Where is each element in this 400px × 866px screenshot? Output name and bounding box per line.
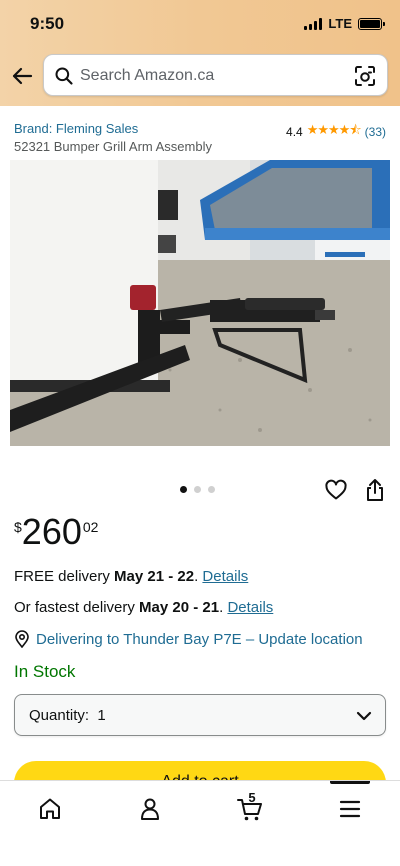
quantity-select[interactable]: Quantity: 1	[14, 694, 386, 736]
stock-status: In Stock	[14, 662, 76, 681]
location-pin-icon	[15, 630, 29, 648]
fastest-delivery-dates: May 20 - 21	[139, 599, 220, 616]
signal-icon	[304, 17, 323, 30]
fastest-delivery-line: Or fastest delivery May 20 - 21. Details	[14, 599, 273, 616]
search-input[interactable]: Search Amazon.ca	[43, 54, 388, 96]
status-indicators: LTE	[304, 16, 385, 31]
bottom-tab-bar: 5	[0, 780, 400, 866]
delivery-location-text: Delivering to Thunder Bay P7E – Update l…	[36, 630, 363, 648]
star-rating-icon: ★★★★⯪	[306, 122, 362, 137]
menu-icon[interactable]	[336, 795, 364, 823]
carousel-dot[interactable]	[208, 486, 215, 493]
back-arrow-icon[interactable]	[10, 64, 34, 88]
free-delivery-dates: May 21 - 22	[114, 568, 195, 585]
price-whole: 260	[21, 511, 82, 552]
camera-scan-icon[interactable]	[353, 64, 377, 88]
rating-value: 4.4	[286, 125, 303, 139]
brand-link[interactable]: Brand: Fleming Sales	[14, 121, 138, 136]
fastest-delivery-label: Or fastest delivery	[14, 599, 140, 616]
status-time: 9:50	[30, 14, 65, 33]
review-count[interactable]: (33)	[365, 125, 386, 139]
image-carousel-dots[interactable]	[180, 486, 215, 493]
price-currency: $	[14, 519, 22, 535]
search-placeholder: Search Amazon.ca	[80, 67, 215, 84]
free-delivery-line: FREE delivery May 21 - 22. Details	[14, 568, 248, 585]
quantity-value: 1	[97, 707, 106, 724]
carousel-dot[interactable]	[180, 486, 187, 493]
cart-count-badge: 5	[248, 790, 256, 805]
fastest-delivery-details-link[interactable]: Details	[227, 599, 273, 616]
network-label: LTE	[328, 16, 352, 31]
rating-summary[interactable]: 4.4 ★★★★⯪ (33)	[286, 121, 386, 143]
share-icon[interactable]	[364, 478, 386, 502]
search-icon	[55, 67, 73, 85]
price: $ 260 02	[14, 512, 98, 552]
product-title: 52321 Bumper Grill Arm Assembly	[14, 139, 212, 154]
product-image[interactable]	[10, 160, 390, 446]
free-delivery-label: FREE delivery	[14, 568, 115, 585]
product-photo-illustration	[10, 160, 390, 446]
cart-tab[interactable]: 5	[236, 790, 264, 823]
battery-icon	[358, 17, 385, 30]
app-header: 9:50 LTE Search Amazon.ca	[0, 0, 400, 106]
delivery-location-link[interactable]: Delivering to Thunder Bay P7E – Update l…	[14, 630, 363, 648]
carousel-dot[interactable]	[194, 486, 201, 493]
active-tab-indicator	[330, 781, 370, 784]
home-icon[interactable]	[36, 795, 64, 823]
price-fraction: 02	[82, 519, 99, 535]
free-delivery-details-link[interactable]: Details	[202, 568, 248, 585]
product-page: 9:50 LTE Search Amazon.ca Brand: Fleming…	[0, 0, 400, 866]
account-icon[interactable]	[136, 795, 164, 823]
heart-icon[interactable]	[324, 478, 348, 502]
quantity-label: Quantity: 1	[29, 707, 106, 724]
chevron-down-icon	[356, 711, 372, 721]
